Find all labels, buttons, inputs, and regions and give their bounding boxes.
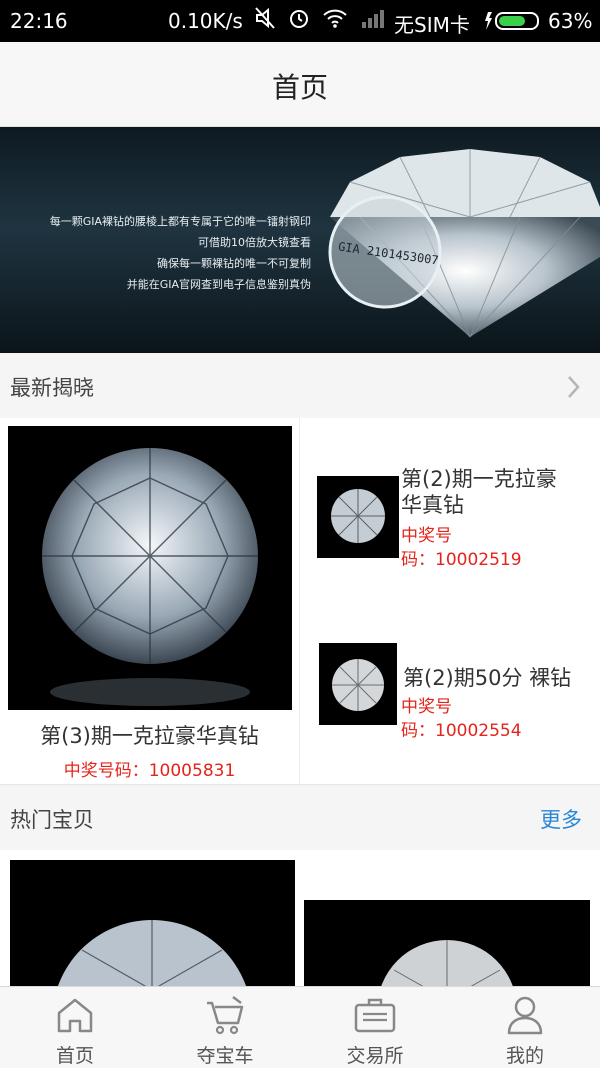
product-title[interactable]: 第(3)期一克拉豪华真钻 [0, 720, 299, 750]
winning-number-line: 码：10002519 [401, 550, 522, 570]
product-image[interactable] [8, 426, 292, 710]
winning-number: 中奖号码：10005831 [63, 761, 236, 781]
winning-number: 中奖号 码：10002519 [401, 524, 522, 572]
winning-number-line: 中奖号 [401, 697, 452, 717]
product-image[interactable] [304, 900, 590, 990]
product-image[interactable] [319, 643, 397, 725]
signal-icon [362, 10, 384, 28]
page-title: 首页 [271, 71, 328, 104]
hot-item-card[interactable] [10, 860, 295, 990]
latest-reveal-grid: 第(3)期一克拉豪华真钻 中奖号码：10005831 第(2)期一克拉豪 华真钻… [0, 418, 600, 785]
status-time: 22:16 [10, 9, 68, 33]
status-icons [254, 6, 386, 30]
mute-icon [255, 7, 275, 29]
briefcase-icon [354, 998, 396, 1033]
latest-reveal-title: 最新揭晓 [10, 376, 94, 400]
tab-label: 首页 [55, 1045, 94, 1067]
banner-carousel[interactable]: GIA 2101453007 每一颗GIA裸钻的腰棱上都有专属于它的唯一镭射钢印… [0, 127, 600, 353]
banner-line: 并能在GIA官网查到电子信息鉴别真伪 [126, 278, 311, 291]
person-icon [507, 996, 543, 1035]
latest-item-2[interactable]: 第(2)期一克拉豪 华真钻 中奖号 码：10002519 [300, 418, 600, 601]
hot-item-card[interactable] [304, 860, 590, 990]
latest-item-3[interactable]: 第(2)期50分 裸钻 中奖号 码：10002554 [300, 601, 600, 784]
winning-number-line: 中奖号 [401, 526, 452, 546]
hot-items-grid [0, 850, 600, 990]
battery-percent: 63% [548, 9, 593, 33]
battery-icon [484, 10, 544, 32]
product-title-line: 第(2)期一克拉豪 [401, 467, 557, 491]
banner-caption: 每一颗GIA裸钻的腰棱上都有专属于它的唯一镭射钢印 可借助10倍放大镜查看 确保… [6, 211, 311, 295]
wifi-icon [323, 9, 347, 28]
winning-number-line: 码：10002554 [401, 721, 522, 741]
tab-label: 我的 [505, 1045, 544, 1067]
bottom-tab-bar: 首页 夺宝车 交易所 我的 [0, 986, 600, 1068]
banner-line: 确保每一颗裸钻的唯一不可复制 [157, 257, 311, 270]
more-link[interactable]: 更多 [540, 804, 582, 834]
product-image[interactable] [317, 476, 399, 558]
status-bar: 22:16 0.10K/s 无SIM卡 63% [0, 0, 600, 42]
cart-icon [207, 996, 244, 1035]
title-bar: 首页 [0, 42, 600, 127]
home-icon [57, 998, 93, 1033]
banner-line: 每一颗GIA裸钻的腰棱上都有专属于它的唯一镭射钢印 [49, 215, 311, 228]
sim-status: 无SIM卡 [394, 13, 470, 37]
network-speed: 0.10K/s [168, 9, 243, 33]
alarm-icon [290, 10, 308, 28]
product-title[interactable]: 第(2)期50分 裸钻 [403, 665, 571, 691]
tab-home[interactable]: 首页 [0, 987, 150, 1068]
winning-number: 中奖号 码：10002554 [401, 695, 522, 743]
tab-label: 夺宝车 [196, 1045, 254, 1067]
banner-line: 可借助10倍放大镜查看 [198, 236, 311, 249]
product-title-line: 华真钻 [401, 493, 464, 517]
latest-reveal-header[interactable]: 最新揭晓 [0, 354, 600, 418]
chevron-right-icon[interactable] [566, 374, 582, 400]
tab-mine[interactable]: 我的 [450, 987, 600, 1068]
hot-items-title: 热门宝贝 [10, 808, 94, 832]
tab-exchange[interactable]: 交易所 [300, 987, 450, 1068]
product-title[interactable]: 第(2)期一克拉豪 华真钻 [401, 466, 557, 518]
tab-cart[interactable]: 夺宝车 [150, 987, 300, 1068]
tab-label: 交易所 [346, 1045, 404, 1067]
hot-items-header: 热门宝贝 更多 [0, 786, 600, 850]
